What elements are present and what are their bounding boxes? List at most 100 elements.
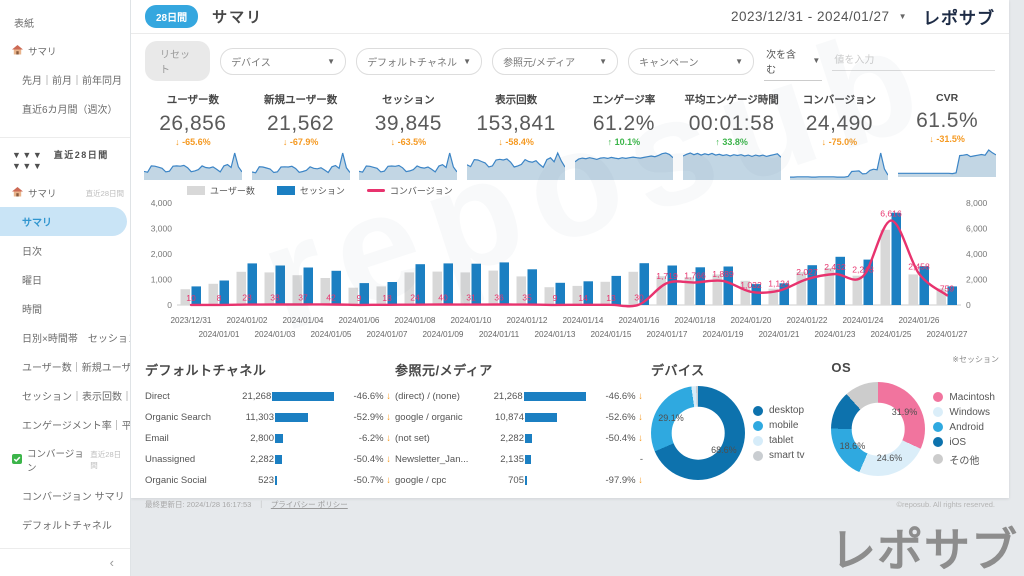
privacy-policy-link[interactable]: プライバシー ポリシー bbox=[271, 499, 348, 510]
svg-text:18: 18 bbox=[382, 293, 392, 303]
svg-text:2024/01/22: 2024/01/22 bbox=[787, 316, 828, 325]
sidebar-item-12[interactable]: ユーザー数｜新規ユーザー数 bbox=[0, 352, 130, 381]
legend-dot-icon bbox=[933, 392, 943, 402]
sidebar-item-14[interactable]: エンゲージメント率｜平均... bbox=[0, 410, 130, 439]
svg-text:1,124: 1,124 bbox=[768, 279, 790, 289]
svg-text:9: 9 bbox=[553, 293, 558, 303]
legend-item: desktop bbox=[753, 405, 805, 416]
reset-button[interactable]: リセット bbox=[145, 41, 210, 81]
sidebar-item-11[interactable]: 日別×時間帯 セッション bbox=[0, 323, 130, 352]
donut-slice-label: 31.9% bbox=[892, 407, 918, 417]
kpi-card-6: コンバージョン24,490↓ -75.0% bbox=[786, 92, 894, 180]
svg-text:1,889: 1,889 bbox=[712, 269, 734, 279]
date-range-label: 2023/12/31 - 2024/01/27 bbox=[731, 9, 890, 24]
filter-dropdown-2[interactable]: 参照元/メディア▼ bbox=[492, 48, 618, 75]
os-donut-section: OS 31.9%24.6%18.6%MacintoshWindowsAndroi… bbox=[825, 360, 995, 491]
kpi-sparkline bbox=[467, 150, 565, 180]
legend-item: Macintosh bbox=[933, 392, 995, 403]
value-bar bbox=[275, 455, 282, 464]
date-range-picker[interactable]: 2023/12/31 - 2024/01/27 ▼ bbox=[731, 9, 907, 24]
footer-separator: ｜ bbox=[257, 499, 265, 510]
chevron-down-icon: ▼ bbox=[735, 57, 743, 66]
sidebar-item-9[interactable]: 曜日 bbox=[0, 265, 130, 294]
copyright: ©reposub. All rights reserved. bbox=[897, 500, 996, 509]
legend-swatch-conversions bbox=[367, 189, 385, 192]
legend-label: コンバージョン bbox=[390, 184, 453, 197]
legend-dot-icon bbox=[753, 436, 763, 446]
legend-users: ユーザー数 bbox=[187, 184, 255, 197]
svg-text:2,000: 2,000 bbox=[151, 249, 173, 259]
svg-text:1,032: 1,032 bbox=[740, 280, 762, 290]
donut-legend: desktopmobiletabletsmart tv bbox=[753, 401, 805, 465]
sidebar-item-2[interactable]: 先月｜前月｜前年同月 bbox=[0, 65, 130, 94]
svg-text:35: 35 bbox=[522, 293, 532, 303]
kpi-delta: ↑ 33.8% bbox=[678, 137, 786, 147]
sidebar-group-1: サマリ bbox=[0, 37, 130, 65]
legend-item: tablet bbox=[753, 435, 805, 446]
svg-text:37: 37 bbox=[298, 293, 308, 303]
svg-text:4,000: 4,000 bbox=[966, 249, 988, 259]
kpi-sparkline bbox=[790, 150, 888, 180]
chevron-down-icon: ▼ bbox=[812, 56, 820, 65]
breakdown-section: ※セッション デフォルトチャネル Direct21,268-46.6% ↓Org… bbox=[131, 352, 1009, 491]
svg-text:31: 31 bbox=[466, 293, 476, 303]
legend-swatch-sessions bbox=[277, 186, 295, 195]
sidebar-group-15: コンバージョン直近28日間 bbox=[0, 439, 130, 481]
svg-text:2024/01/12: 2024/01/12 bbox=[507, 316, 548, 325]
filter-dropdown-3[interactable]: キャンペーン▼ bbox=[628, 48, 754, 75]
svg-text:759: 759 bbox=[940, 283, 955, 293]
table-row: google / organic10,874-52.6% ↓ bbox=[395, 407, 643, 428]
svg-text:1,000: 1,000 bbox=[151, 275, 173, 285]
table-row: Direct21,268-46.6% ↓ bbox=[145, 386, 391, 407]
device-donut-chart: 68.6%29.1%desktopmobiletabletsmart tv bbox=[651, 386, 825, 480]
section-title: デバイス bbox=[651, 360, 825, 379]
legend-label: セッション bbox=[300, 184, 345, 197]
svg-text:13: 13 bbox=[606, 293, 616, 303]
sidebar-item-16[interactable]: コンバージョン サマリ bbox=[0, 481, 130, 510]
svg-text:4,000: 4,000 bbox=[151, 198, 173, 208]
svg-text:2024/01/20: 2024/01/20 bbox=[731, 316, 772, 325]
svg-text:2,027: 2,027 bbox=[796, 267, 818, 277]
filter-dropdown-1[interactable]: デフォルトチャネル▼ bbox=[356, 48, 482, 75]
page-title: サマリ bbox=[212, 6, 263, 27]
sidebar-item-8[interactable]: 日次 bbox=[0, 236, 130, 265]
kpi-card-0: ユーザー数26,856↓ -65.6% bbox=[139, 92, 247, 180]
svg-text:6,000: 6,000 bbox=[966, 224, 988, 234]
sidebar-item-0[interactable]: 表紙 bbox=[0, 8, 130, 37]
sidebar-item-7[interactable]: サマリ bbox=[0, 207, 127, 236]
sidebar-item-10[interactable]: 時間 bbox=[0, 294, 130, 323]
svg-text:2024/01/21: 2024/01/21 bbox=[759, 330, 800, 339]
filter-bar: リセット デバイス▼ デフォルトチャネル▼ 参照元/メディア▼ キャンペーン▼ 次を含… bbox=[131, 34, 1009, 87]
sidebar-item-3[interactable]: 直近6カ月間（週次） bbox=[0, 94, 130, 123]
svg-text:1,719: 1,719 bbox=[656, 271, 678, 281]
filter-value-input[interactable] bbox=[832, 51, 995, 71]
sidebar-collapse-button[interactable]: ‹ bbox=[0, 548, 130, 576]
svg-text:2024/01/24: 2024/01/24 bbox=[843, 316, 884, 325]
svg-text:2024/01/05: 2024/01/05 bbox=[311, 330, 352, 339]
condition-dropdown[interactable]: 次を含む ▼ bbox=[764, 42, 822, 81]
svg-text:2,432: 2,432 bbox=[824, 262, 846, 272]
table-row: (not set)2,282-50.4% ↓ bbox=[395, 428, 643, 449]
report-canvas: reposub 28日間 サマリ 2023/12/31 - 2024/01/27… bbox=[131, 0, 1009, 498]
chevron-down-icon: ▼ bbox=[327, 57, 335, 66]
svg-text:2024/01/16: 2024/01/16 bbox=[619, 316, 660, 325]
svg-text:9: 9 bbox=[357, 293, 362, 303]
period-badge: 28日間 bbox=[145, 5, 198, 28]
kpi-delta: ↓ -75.0% bbox=[786, 137, 894, 147]
svg-text:28: 28 bbox=[242, 293, 252, 303]
table-row: google / cpc705-97.9% ↓ bbox=[395, 470, 643, 491]
filter-dropdown-0[interactable]: デバイス▼ bbox=[220, 48, 346, 75]
svg-text:2024/01/18: 2024/01/18 bbox=[675, 316, 716, 325]
sidebar-item-17[interactable]: デフォルトチャネル bbox=[0, 510, 130, 539]
value-bar bbox=[525, 476, 527, 485]
table-row: Unassigned2,282-50.4% ↓ bbox=[145, 449, 391, 470]
kpi-sparkline bbox=[359, 150, 457, 180]
svg-text:2024/01/19: 2024/01/19 bbox=[703, 330, 744, 339]
sidebar-item-13[interactable]: セッション｜表示回数｜セ... bbox=[0, 381, 130, 410]
svg-text:0: 0 bbox=[167, 300, 172, 310]
svg-text:36: 36 bbox=[494, 293, 504, 303]
table-row: Newsletter_Jan...2,135- bbox=[395, 449, 643, 470]
kpi-delta: ↓ -67.9% bbox=[247, 137, 355, 147]
legend-dot-icon bbox=[753, 421, 763, 431]
svg-text:14: 14 bbox=[578, 293, 588, 303]
